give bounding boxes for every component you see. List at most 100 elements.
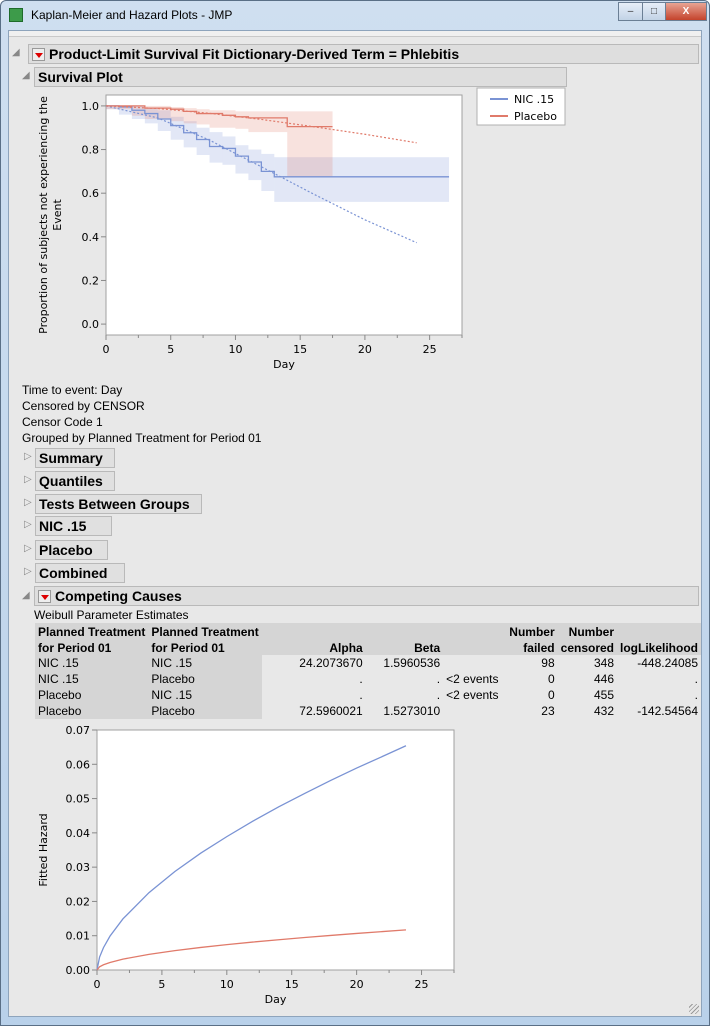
y-tick-label: 0.03 xyxy=(66,861,91,874)
table-cell: <2 events xyxy=(446,672,499,686)
y-tick-label: 0.6 xyxy=(82,187,100,200)
confidence-band xyxy=(209,110,236,128)
red-triangle-menu-icon[interactable] xyxy=(38,590,51,603)
table-cell: NIC .15 xyxy=(35,655,149,671)
column-header[interactable] xyxy=(443,639,507,655)
x-tick-label: 5 xyxy=(158,978,165,991)
column-header[interactable]: logLikelihood xyxy=(617,639,701,655)
column-header[interactable]: Beta xyxy=(365,639,444,655)
section-quantiles[interactable]: Quantiles xyxy=(35,471,115,491)
column-header[interactable] xyxy=(443,623,507,639)
table-cell: Placebo xyxy=(35,703,149,719)
column-header[interactable]: Planned Treatment xyxy=(35,623,149,639)
y-tick-label: 0.04 xyxy=(66,827,91,840)
table-cell: 24.2073670 xyxy=(299,656,363,670)
disclosure-closed-icon[interactable]: ▷ xyxy=(24,543,32,554)
survival-plot: 0 5 10 15 20 25 0.0 0.2 0.4 0.6 0.8 1.0 Day Proportio… xyxy=(37,87,566,371)
disclosure-closed-icon[interactable]: ▷ xyxy=(24,519,32,530)
disclosure-closed-icon[interactable]: ▷ xyxy=(24,566,32,577)
x-tick-label: 10 xyxy=(228,343,242,356)
disclosure-open-icon[interactable]: ◢ xyxy=(22,590,30,601)
report-area: ◢ Product-Limit Survival Fit Dictionary-… xyxy=(8,30,702,1017)
y-tick-label: 0.07 xyxy=(66,724,91,737)
main-header-text: Product-Limit Survival Fit Dictionary-De… xyxy=(49,46,460,62)
table-cell: 72.5960021 xyxy=(299,704,363,718)
x-tick-label: 15 xyxy=(285,978,299,991)
disclosure-closed-icon[interactable]: ▷ xyxy=(24,497,32,508)
section-tests-between-groups[interactable]: Tests Between Groups xyxy=(35,494,202,514)
y-tick-label: 1.0 xyxy=(82,100,100,113)
x-tick-label: 0 xyxy=(94,978,101,991)
maximize-button[interactable]: □ xyxy=(642,2,666,21)
disclosure-open-icon[interactable]: ◢ xyxy=(22,70,30,81)
table-cell: NIC .15 xyxy=(35,671,149,687)
confidence-band xyxy=(248,149,262,181)
info-grouped-by: Grouped by Planned Treatment for Period … xyxy=(22,431,262,445)
column-header[interactable]: censored xyxy=(557,639,617,655)
y-tick-label: 0.01 xyxy=(66,930,91,943)
x-tick-label: 5 xyxy=(167,343,174,356)
table-row: Placebo Placebo 72.5960021 1.5273010 23 432 -1… xyxy=(35,703,701,719)
main-outline-header[interactable]: Product-Limit Survival Fit Dictionary-De… xyxy=(28,44,699,64)
jmp-app-icon xyxy=(9,8,23,22)
x-tick-label: 0 xyxy=(103,343,110,356)
table-header-row: Planned Treatment Planned Treatment Number… xyxy=(35,623,701,639)
y-tick-label: 0.02 xyxy=(66,895,91,908)
table-cell: Placebo xyxy=(35,687,149,703)
disclosure-closed-icon[interactable]: ▷ xyxy=(24,451,32,462)
section-nic-15[interactable]: NIC .15 xyxy=(35,516,112,536)
column-header[interactable] xyxy=(365,623,444,639)
x-axis-label: Day xyxy=(273,358,295,371)
section-combined[interactable]: Combined xyxy=(35,563,125,583)
y-tick-label: 0.8 xyxy=(82,144,100,157)
confidence-band xyxy=(183,108,197,124)
competing-causes-header[interactable]: Competing Causes xyxy=(34,586,699,606)
section-placebo[interactable]: Placebo xyxy=(35,540,108,560)
column-header[interactable]: Number xyxy=(506,623,558,639)
red-triangle-menu-icon[interactable] xyxy=(32,48,45,61)
column-header[interactable]: Number xyxy=(557,623,617,639)
disclosure-closed-icon[interactable]: ▷ xyxy=(24,474,32,485)
disclosure-open-icon[interactable]: ◢ xyxy=(12,47,20,58)
confidence-band xyxy=(196,127,210,155)
table-cell: 455 xyxy=(593,688,614,702)
competing-causes-text: Competing Causes xyxy=(55,588,182,604)
y-tick-label: 0.06 xyxy=(66,758,91,771)
table-cell: 0 xyxy=(547,688,555,702)
table-cell: 446 xyxy=(593,672,614,686)
table-row: Placebo NIC .15.. <2 events 0 455. xyxy=(35,687,701,703)
plot-frame xyxy=(96,729,455,971)
column-header[interactable] xyxy=(261,623,366,639)
info-time-to-event: Time to event: Day xyxy=(22,383,123,397)
table-cell: . xyxy=(694,688,698,702)
resize-grip[interactable] xyxy=(689,1004,699,1014)
legend-label: NIC .15 xyxy=(514,93,554,106)
title-bar: Kaplan-Meier and Hazard Plots - JMP – □ … xyxy=(1,1,709,29)
table-cell: . xyxy=(359,688,363,702)
column-header[interactable]: Planned Treatment xyxy=(148,623,262,639)
info-censor-code: Censor Code 1 xyxy=(22,415,103,429)
minimize-button[interactable]: – xyxy=(618,2,643,21)
column-header[interactable]: for Period 01 xyxy=(35,639,149,655)
column-header[interactable]: Alpha xyxy=(261,639,366,655)
table-header-row: for Period 01 for Period 01 Alpha Beta faile… xyxy=(35,639,701,655)
table-cell: 98 xyxy=(541,656,555,670)
confidence-band xyxy=(196,109,210,125)
table-cell: 23 xyxy=(541,704,555,718)
column-header[interactable]: for Period 01 xyxy=(148,639,262,655)
close-button[interactable]: X xyxy=(665,2,707,21)
table-cell: -448.24085 xyxy=(637,656,698,670)
info-censored-by: Censored by CENSOR xyxy=(22,399,145,413)
column-header[interactable]: failed xyxy=(506,639,558,655)
section-summary[interactable]: Summary xyxy=(35,448,115,468)
y-axis-label: Proportion of subjects not experiencing … xyxy=(37,96,64,334)
table-cell: NIC .15 xyxy=(148,655,262,671)
column-header[interactable] xyxy=(617,623,701,639)
table-cell: NIC .15 xyxy=(148,687,262,703)
table-cell: <2 events xyxy=(446,688,499,702)
table-cell: 1.5273010 xyxy=(383,704,441,718)
x-tick-label: 10 xyxy=(220,978,234,991)
confidence-band xyxy=(209,132,223,163)
toolbar-strip xyxy=(9,31,701,37)
x-axis-label: Day xyxy=(265,993,287,1006)
